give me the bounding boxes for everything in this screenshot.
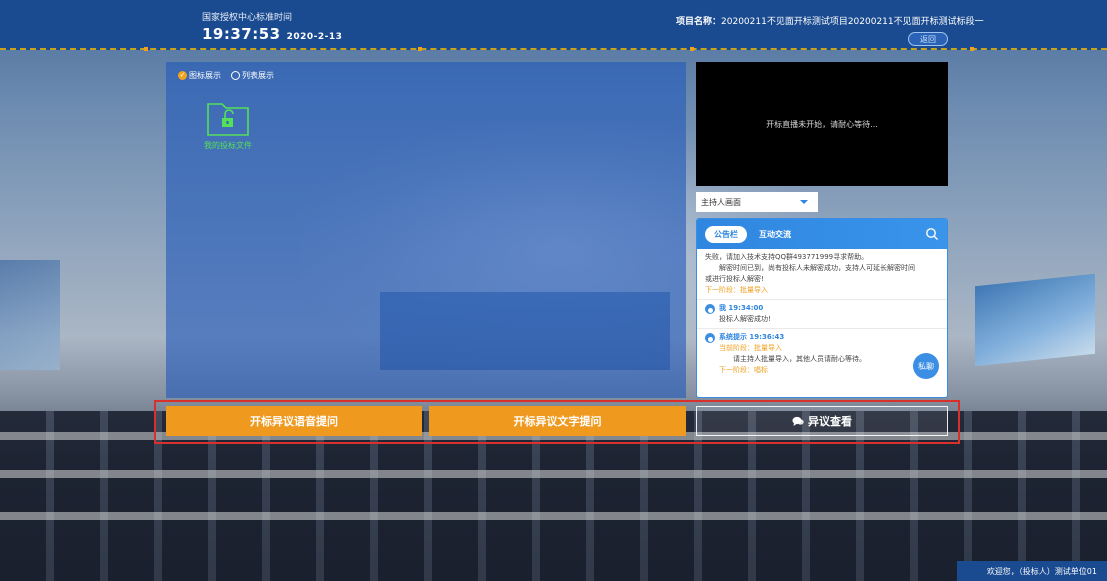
message-header: 系统提示 19:36:43 bbox=[705, 332, 939, 343]
message-text: 请主持人批量导入，其他人员请耐心等待。 bbox=[733, 355, 866, 363]
file-panel: ✓ 图标展示 列表展示 我的投标文件 bbox=[166, 62, 686, 398]
seat-row bbox=[0, 470, 1107, 478]
host-view-value: 主持人画面 bbox=[701, 197, 741, 207]
message-sender: 我 19:34:00 bbox=[719, 304, 764, 312]
bid-file-folder[interactable]: 我的投标文件 bbox=[196, 100, 260, 151]
avatar-icon bbox=[705, 332, 715, 343]
checked-radio-icon: ✓ bbox=[178, 71, 187, 80]
host-view-select[interactable]: 主持人画面 bbox=[696, 192, 818, 212]
chat-bubbles-icon bbox=[792, 416, 804, 426]
project-info: 项目名称：20200211不见面开标测试项目20200211不见面开标测试标段一 bbox=[676, 14, 984, 27]
top-header: 国家授权中心标准时间 19:37:53 2020-2-13 项目名称：202002… bbox=[0, 0, 1107, 50]
unlocked-folder-icon bbox=[207, 103, 249, 136]
project-name: 20200211不见面开标测试项目20200211不见面开标测试标段一 bbox=[721, 17, 984, 27]
video-status: 开标直播未开始，请耐心等待... bbox=[766, 119, 878, 129]
next-stage: 下一阶段：唱标 bbox=[719, 366, 768, 374]
current-stage: 当前阶段：批量导入 bbox=[719, 344, 782, 352]
divider-mark bbox=[418, 47, 422, 51]
chat-tabs: 公告栏 互动交流 bbox=[697, 219, 947, 249]
tab-interact[interactable]: 互动交流 bbox=[759, 229, 791, 240]
seat-row bbox=[0, 512, 1107, 520]
divider-mark bbox=[690, 47, 694, 51]
message-text: 投标人解密成功! bbox=[719, 315, 771, 323]
message-text: 失败，请加入技术支持QQ群493771999寻求帮助。 bbox=[705, 253, 869, 261]
message-text: 或进行投标人解密! bbox=[705, 275, 764, 283]
list-view-option[interactable]: 列表展示 bbox=[231, 70, 274, 81]
chat-message: 系统提示 19:36:43 当前阶段：批量导入 请主持人批量导入，其他人员请耐心… bbox=[697, 329, 947, 379]
welcome-bar: 欢迎您，（投标人）测试单位01 bbox=[957, 561, 1107, 581]
chat-message: 我 19:34:00 投标人解密成功! bbox=[697, 300, 947, 329]
chat-panel: 公告栏 互动交流 失败，请加入技术支持QQ群493771999寻求帮助。 解密时… bbox=[696, 218, 948, 398]
voice-objection-button[interactable]: 开标异议语音提问 bbox=[166, 406, 422, 436]
text-objection-button[interactable]: 开标异议文字提问 bbox=[429, 406, 686, 436]
clock-date: 2020-2-13 bbox=[286, 32, 343, 42]
icon-view-option[interactable]: ✓ 图标展示 bbox=[178, 70, 221, 81]
project-label: 项目名称： bbox=[676, 17, 722, 27]
live-video-player[interactable]: 开标直播未开始，请耐心等待... bbox=[696, 62, 948, 186]
list-view-label: 列表展示 bbox=[242, 71, 274, 80]
message-header: 我 19:34:00 bbox=[705, 303, 939, 314]
folder-label: 我的投标文件 bbox=[204, 141, 252, 150]
clock-time: 19:37:53 bbox=[202, 25, 281, 43]
welcome-text: 欢迎您，（投标人）测试单位01 bbox=[986, 566, 1097, 576]
back-button[interactable]: 返回 bbox=[908, 32, 948, 46]
divider-mark bbox=[144, 47, 148, 51]
caret-down-icon bbox=[800, 200, 808, 204]
clock-label: 国家授权中心标准时间 bbox=[202, 13, 293, 23]
message-text: 解密时间已到，尚有投标人未解密成功，支持人可延长解密时间 bbox=[719, 264, 915, 272]
divider-mark bbox=[970, 47, 974, 51]
radio-icon bbox=[231, 71, 240, 80]
search-icon[interactable] bbox=[925, 227, 939, 241]
left-display-screen bbox=[0, 260, 60, 370]
right-display-screen bbox=[975, 273, 1095, 367]
clock: 19:37:53 2020-2-13 bbox=[202, 25, 342, 43]
next-stage: 下一阶段：批量导入 bbox=[705, 286, 768, 294]
view-objections-label: 异议查看 bbox=[808, 415, 852, 428]
icon-view-label: 图标展示 bbox=[189, 71, 221, 80]
chat-messages[interactable]: 失败，请加入技术支持QQ群493771999寻求帮助。 解密时间已到，尚有投标人… bbox=[697, 249, 947, 397]
chat-message: 失败，请加入技术支持QQ群493771999寻求帮助。 解密时间已到，尚有投标人… bbox=[697, 249, 947, 300]
view-objections-button[interactable]: 异议查看 bbox=[696, 406, 948, 436]
view-mode-toggle: ✓ 图标展示 列表展示 bbox=[178, 70, 274, 81]
message-sender: 系统提示 19:36:43 bbox=[719, 333, 785, 341]
avatar-icon bbox=[705, 303, 715, 314]
tab-notice[interactable]: 公告栏 bbox=[705, 225, 747, 243]
private-chat-button[interactable]: 私聊 bbox=[913, 353, 939, 379]
